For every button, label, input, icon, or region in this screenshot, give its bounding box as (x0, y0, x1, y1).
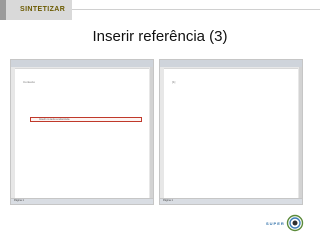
brand-logo: SINTETIZAR (0, 0, 72, 20)
ring-logo-icon (286, 214, 304, 232)
window-titlebar (11, 60, 153, 67)
header-divider (72, 9, 320, 10)
highlighted-reference-field[interactable]: Inserir no texto a referência (30, 117, 142, 122)
left-screenshot-window: Contexto Inserir no texto a referência P… (10, 59, 154, 205)
logo-accent-bar (0, 0, 6, 20)
header-bar: SINTETIZAR (0, 0, 320, 20)
window-titlebar (160, 60, 302, 67)
logo-text: SINTETIZAR (20, 6, 66, 13)
document-text: [1] (172, 80, 176, 84)
footer-logo-text: SUPER (266, 221, 285, 226)
scrollbar[interactable] (299, 67, 302, 198)
scrollbar[interactable] (150, 67, 153, 198)
right-screenshot-window: [1] Página 1 (159, 59, 303, 205)
status-bar: Página 1 (11, 198, 153, 204)
status-text: Página 1 (163, 199, 173, 202)
document-text: Contexto (23, 80, 36, 84)
highlighted-reference-text: Inserir no texto a referência (39, 118, 70, 121)
slide-title: Inserir referência (3) (92, 28, 228, 45)
status-text: Página 1 (14, 199, 24, 202)
document-page: [1] (164, 68, 298, 198)
footer-logo: SUPER (266, 214, 306, 234)
status-bar: Página 1 (160, 198, 302, 204)
document-page: Contexto Inserir no texto a referência (15, 68, 149, 198)
